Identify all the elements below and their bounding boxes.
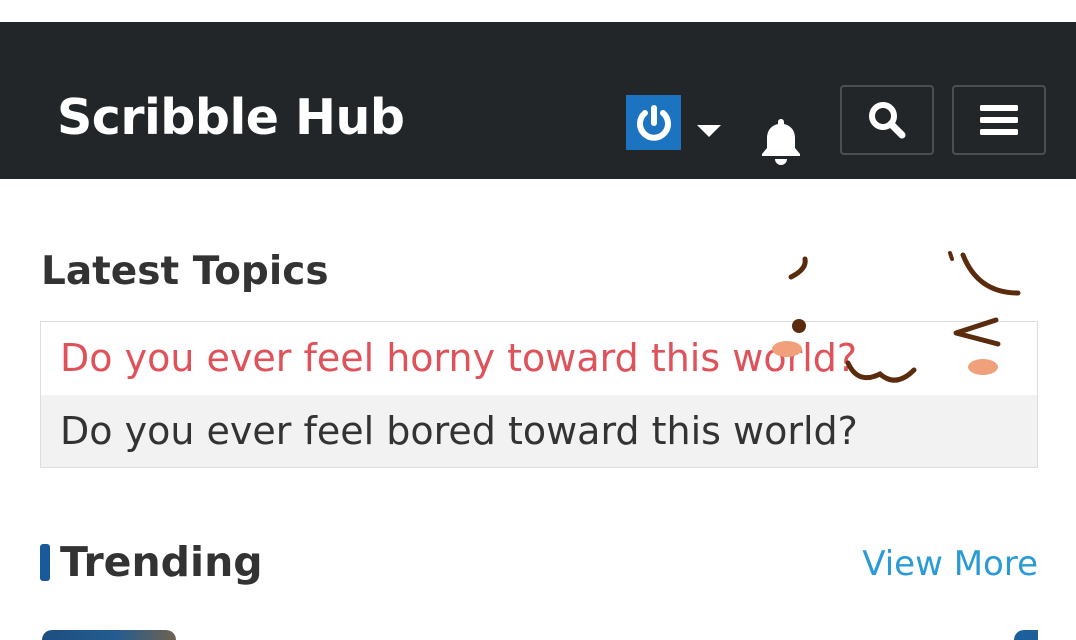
- user-avatar[interactable]: [626, 95, 681, 150]
- view-more-link[interactable]: View More: [862, 540, 1038, 588]
- top-navbar: Scribble Hub: [0, 22, 1076, 179]
- trending-card[interactable]: [1014, 630, 1038, 640]
- status-gap: [0, 0, 1076, 22]
- bell-icon: [762, 119, 800, 165]
- trending-card[interactable]: [42, 630, 176, 640]
- latest-topics-list: Do you ever feel horny toward this world…: [40, 321, 1038, 468]
- site-brand[interactable]: Scribble Hub: [57, 86, 405, 150]
- search-icon: [869, 102, 906, 139]
- topic-item[interactable]: Do you ever feel horny toward this world…: [41, 322, 1037, 394]
- chevron-down-icon[interactable]: [697, 125, 721, 137]
- latest-topics-title: Latest Topics: [41, 249, 329, 294]
- menu-button[interactable]: [952, 85, 1046, 155]
- topic-item[interactable]: Do you ever feel bored toward this world…: [41, 395, 1037, 467]
- notifications-button[interactable]: [760, 117, 802, 167]
- trending-accent-bar: [40, 544, 50, 581]
- hamburger-menu-icon: [980, 105, 1018, 135]
- search-button[interactable]: [840, 85, 934, 155]
- power-icon: [636, 104, 671, 141]
- trending-title: Trending: [60, 538, 263, 586]
